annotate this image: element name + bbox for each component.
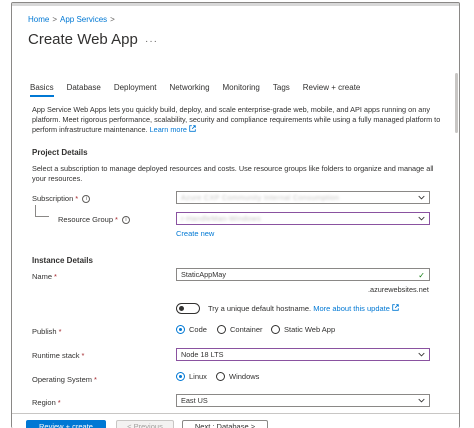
breadcrumb-separator: > [110, 15, 115, 24]
intro-text: App Service Web Apps lets you quickly bu… [32, 105, 441, 134]
os-linux-radio[interactable]: Linux [176, 372, 207, 381]
name-input[interactable]: StaticAppMay ✓ [176, 268, 430, 281]
resource-group-label: Resource Group * i [58, 215, 130, 225]
info-icon[interactable]: i [121, 216, 130, 225]
operating-system-label: Operating System * [32, 375, 97, 384]
review-create-button[interactable]: Review + create [26, 420, 106, 428]
checkmark-icon: ✓ [418, 271, 425, 280]
tree-connector [35, 205, 49, 217]
unique-hostname-text: Try a unique default hostname. More abou… [208, 304, 399, 313]
portal-top-strip [12, 3, 459, 6]
breadcrumb-separator: > [52, 15, 58, 24]
external-link-icon [189, 125, 196, 132]
name-value: StaticAppMay [181, 270, 227, 279]
tab-networking[interactable]: Networking [170, 83, 210, 97]
publish-code-radio[interactable]: Code [176, 325, 207, 334]
resource-group-value: r-HandleMan-Windows [181, 214, 261, 223]
breadcrumb: Home > App Services > [28, 15, 118, 24]
wizard-footer: Review + create < Previous Next : Databa… [12, 413, 459, 428]
name-label: Name * [32, 272, 57, 281]
tab-tags[interactable]: Tags [273, 83, 290, 97]
publish-container-radio[interactable]: Container [217, 325, 263, 334]
intro-description: App Service Web Apps lets you quickly bu… [32, 105, 447, 135]
name-suffix: .azurewebsites.net [368, 285, 429, 294]
external-link-icon [392, 304, 399, 311]
subscription-label: Subscription * i [32, 194, 91, 204]
next-database-button[interactable]: Next : Database > [182, 420, 268, 428]
publish-label: Publish * [32, 327, 62, 336]
scrollbar[interactable] [455, 73, 458, 133]
runtime-stack-dropdown[interactable]: Node 18 LTS [176, 348, 430, 361]
chevron-down-icon [418, 216, 425, 221]
info-icon[interactable]: i [82, 195, 91, 204]
region-label: Region * [32, 398, 61, 407]
wizard-tabs: Basics Database Deployment Networking Mo… [30, 83, 373, 97]
subscription-dropdown[interactable]: Azure CXP Community Internal Consumption [176, 191, 430, 204]
previous-button[interactable]: < Previous [116, 420, 174, 428]
more-about-update-link[interactable]: More about this update [313, 304, 399, 313]
runtime-stack-label: Runtime stack * [32, 351, 85, 360]
breadcrumb-home[interactable]: Home [28, 15, 49, 24]
os-windows-radio[interactable]: Windows [216, 372, 259, 381]
region-dropdown[interactable]: East US [176, 394, 430, 407]
instance-details-heading: Instance Details [32, 256, 93, 265]
tab-review-create[interactable]: Review + create [303, 83, 361, 97]
learn-more-link[interactable]: Learn more [150, 125, 196, 134]
page-title: Create Web App [28, 31, 138, 48]
chevron-down-icon [418, 195, 425, 200]
publish-static-web-app-radio[interactable]: Static Web App [271, 325, 335, 334]
runtime-stack-value: Node 18 LTS [181, 350, 224, 359]
chevron-down-icon [418, 352, 425, 357]
tab-monitoring[interactable]: Monitoring [223, 83, 260, 97]
resource-group-dropdown[interactable]: r-HandleMan-Windows [176, 212, 430, 225]
unique-hostname-toggle[interactable] [176, 303, 200, 314]
chevron-down-icon [418, 398, 425, 403]
region-value: East US [181, 396, 208, 405]
tab-database[interactable]: Database [67, 83, 101, 97]
tab-basics[interactable]: Basics [30, 83, 54, 97]
tab-deployment[interactable]: Deployment [114, 83, 157, 97]
project-details-heading: Project Details [32, 148, 88, 157]
subscription-value: Azure CXP Community Internal Consumption [181, 193, 340, 202]
project-details-description: Select a subscription to manage deployed… [32, 164, 434, 183]
breadcrumb-app-services[interactable]: App Services [60, 15, 107, 24]
create-new-link[interactable]: Create new [176, 229, 214, 238]
create-web-app-blade: Home > App Services > Create Web App ··· Ba… [11, 2, 460, 428]
more-options-button[interactable]: ··· [145, 36, 158, 47]
